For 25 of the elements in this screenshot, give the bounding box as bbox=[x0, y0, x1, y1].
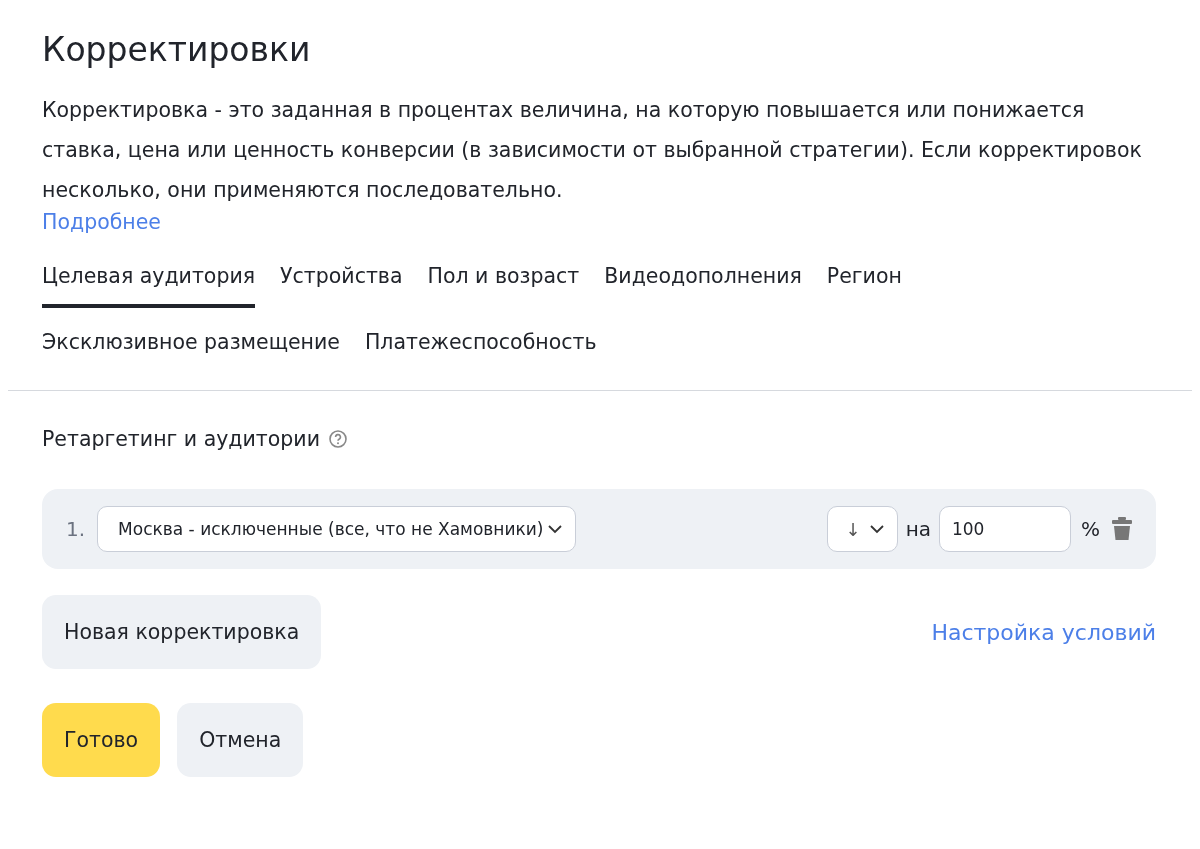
audience-select[interactable]: Москва - исключенные (все, что не Хамовники) bbox=[97, 506, 577, 552]
tab[interactable]: Устройства bbox=[280, 260, 403, 308]
done-button[interactable]: Готово bbox=[42, 703, 161, 777]
cancel-button[interactable]: Отмена bbox=[177, 703, 304, 777]
tab[interactable]: Регион bbox=[826, 260, 902, 308]
tab[interactable]: Пол и возраст bbox=[427, 260, 580, 308]
chevron-icon bbox=[868, 524, 885, 534]
trash-icon[interactable] bbox=[1112, 517, 1132, 541]
tab[interactable]: Видеодополнения bbox=[604, 260, 802, 308]
tab[interactable]: Целевая аудитория bbox=[42, 260, 256, 308]
description: Корректировка - это заданная в процентах величина, на которую повышается или понижается ставка, цена или ценность конверсии (в зависимости от выбранной стратегии). Если корректировок несколько, они применяются последовательно. bbox=[42, 97, 1142, 204]
direction-select[interactable]: ↓ bbox=[826, 506, 898, 552]
tab[interactable]: Платежеспособность bbox=[364, 326, 597, 374]
chevron-icon bbox=[547, 524, 564, 534]
conditions-link[interactable]: Настройка условий bbox=[931, 619, 1156, 645]
percent-label: % bbox=[1081, 517, 1100, 541]
more-link[interactable]: Подробнее bbox=[42, 210, 161, 234]
section-title: Ретаргетинг и аудитории bbox=[42, 427, 320, 451]
help-icon[interactable] bbox=[328, 429, 348, 449]
percent-input[interactable]: 100 bbox=[939, 506, 1071, 552]
preposition-label: на bbox=[905, 517, 931, 541]
tab[interactable]: Эксклюзивное размещение bbox=[42, 326, 340, 374]
page-title: Корректировки bbox=[42, 29, 312, 71]
new-adjustment-button[interactable]: Новая корректировка bbox=[42, 595, 322, 669]
row-number: 1. bbox=[66, 517, 86, 541]
